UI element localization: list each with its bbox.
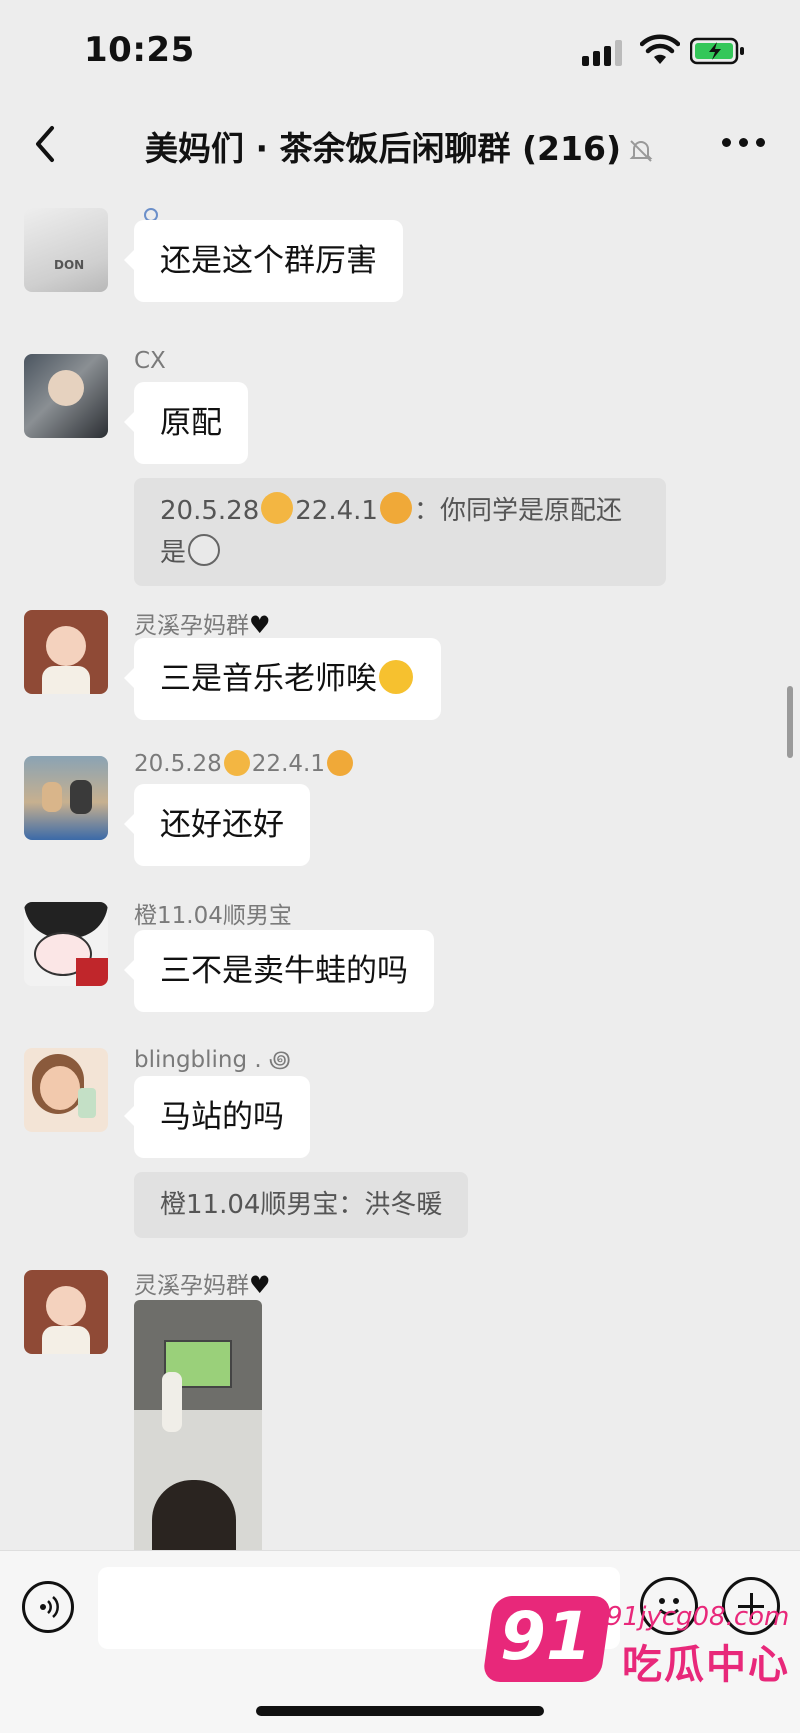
black-heart-icon: ♥ — [249, 611, 271, 639]
avatar[interactable] — [24, 610, 108, 694]
message-bubble[interactable]: 三是音乐老师唉 — [124, 638, 441, 720]
chat-header: 美妈们 · 茶余饭后闲聊群 (216) — [0, 108, 800, 184]
quote-text-line2: 是 — [160, 538, 187, 568]
quote-text: ：你同学是原配还 — [413, 496, 622, 526]
skull-emoji-icon — [188, 534, 221, 566]
girl-emoji-icon — [261, 492, 294, 524]
voice-input-button[interactable] — [22, 1581, 74, 1633]
avatar[interactable] — [24, 902, 108, 986]
watermark-url: 91jycg08.com — [606, 1602, 790, 1632]
thinking-face-emoji-icon — [379, 660, 413, 694]
avatar[interactable] — [24, 756, 108, 840]
sender-name: 橙11.04顺男宝 — [134, 903, 292, 929]
boy-emoji-icon — [326, 750, 353, 776]
more-options-button[interactable] — [720, 128, 768, 158]
quote-date-2: 22.4.1 — [295, 496, 378, 526]
quoted-reply[interactable]: 20.5.28 22.4.1 ：你同学是原配还是 — [134, 478, 666, 586]
scrollbar[interactable] — [787, 686, 793, 758]
avatar[interactable] — [24, 1270, 108, 1354]
black-heart-icon: ♥ — [249, 1271, 271, 1299]
sender-name-text: 灵溪孕妈群 — [134, 613, 249, 639]
watermark-name: 吃瓜中心 — [622, 1642, 790, 1688]
status-time: 10:25 — [84, 30, 195, 70]
message-list[interactable]: DON 还是这个群厉害 CX 原配 20.5.28 22.4.1 ：你同学是原配还是… — [0, 184, 800, 1550]
message-bubble[interactable]: 三不是卖牛蛙的吗 — [124, 930, 434, 1012]
sender-name: 灵溪孕妈群♥ — [134, 606, 271, 640]
sender-name: 20.5.28 22.4.1 — [134, 750, 355, 777]
mute-bell-icon — [629, 139, 653, 162]
sender-name: CX — [134, 348, 166, 374]
chat-title: 美妈们 · 茶余饭后闲聊群 (216) — [0, 122, 800, 170]
group-name: 美妈们 · 茶余饭后闲聊群 (216) — [144, 129, 622, 168]
avatar[interactable] — [24, 1048, 108, 1132]
sender-name: 灵溪孕妈群♥ — [134, 1266, 271, 1300]
boy-emoji-icon — [379, 492, 412, 524]
girl-emoji-icon — [223, 750, 250, 776]
sender-date-1: 20.5.28 — [134, 751, 222, 777]
voice-icon — [40, 1596, 59, 1618]
message-bubble[interactable]: 还好还好 — [124, 784, 310, 866]
message-bubble[interactable]: 还是这个群厉害 — [124, 220, 403, 302]
wifi-icon — [640, 34, 680, 64]
sender-name-text: 灵溪孕妈群 — [134, 1273, 249, 1299]
quoted-reply[interactable]: 橙11.04顺男宝：洪冬暖 — [134, 1172, 469, 1238]
avatar[interactable] — [24, 354, 108, 438]
quote-date-1: 20.5.28 — [160, 496, 260, 526]
message-bubble[interactable]: 原配 — [124, 382, 248, 464]
watermark-number: 91 — [500, 1598, 592, 1675]
message-text: 三是音乐老师唉 — [160, 661, 377, 697]
message-bubble[interactable]: 马站的吗 — [124, 1076, 310, 1158]
sender-name: blingbling . ꩜ — [134, 1047, 291, 1073]
avatar[interactable]: DON — [24, 208, 108, 292]
status-bar: 10:25 — [0, 0, 800, 108]
photo-message[interactable] — [134, 1300, 262, 1550]
cellular-signal-icon — [582, 40, 626, 66]
battery-charging-icon — [690, 37, 744, 65]
sender-date-2: 22.4.1 — [251, 751, 325, 777]
home-indicator — [256, 1706, 544, 1716]
